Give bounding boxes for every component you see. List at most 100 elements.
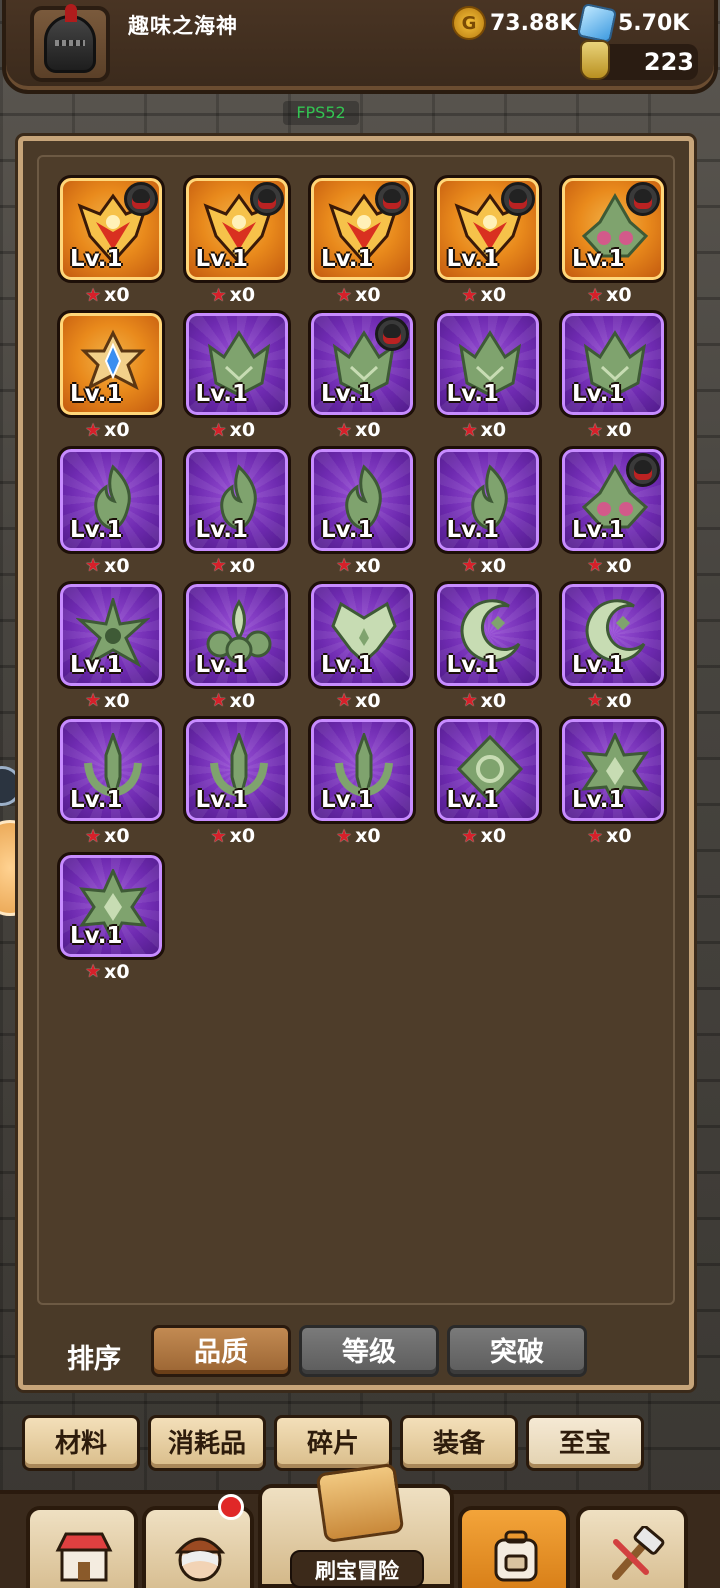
treasure-level: Lv.1 <box>446 246 500 272</box>
treasure-slot: Lv.1 ★ x0 <box>433 580 544 717</box>
treasure-card[interactable]: Lv.1 <box>308 175 416 283</box>
treasure-count: ★ x0 <box>211 554 256 578</box>
red-star-icon: ★ <box>210 825 227 847</box>
treasure-count: ★ x0 <box>211 824 256 848</box>
red-star-icon: ★ <box>85 825 102 847</box>
treasure-count: ★ x0 <box>211 283 256 307</box>
treasure-count: ★ x0 <box>336 418 381 442</box>
treasure-card[interactable]: Lv.1 <box>559 716 667 825</box>
treasure-card[interactable]: Lv.1 <box>559 175 667 283</box>
treasure-card[interactable]: Lv.1 <box>57 580 165 689</box>
treasure-count: ★ x0 <box>587 418 632 442</box>
tab-materials[interactable]: 材料 <box>22 1415 140 1471</box>
nav-backpack-button[interactable] <box>458 1506 570 1588</box>
treasure-card[interactable]: Lv.1 <box>57 445 165 554</box>
treasure-level: Lv.1 <box>70 381 123 408</box>
red-star-icon: ★ <box>85 690 102 712</box>
treasure-count-value: x0 <box>104 419 130 442</box>
sort-level-button[interactable]: 等级 <box>299 1325 439 1377</box>
treasure-level: Lv.1 <box>195 516 249 543</box>
treasure-count-value: x0 <box>480 284 507 306</box>
forge-icon <box>612 1526 665 1580</box>
treasure-count-value: x0 <box>606 554 632 577</box>
treasure-count-value: x0 <box>229 284 256 306</box>
treasure-card[interactable]: Lv.1 <box>433 175 542 283</box>
treasure-slot: Lv.1 ★ x0 <box>433 310 544 446</box>
treasure-count-value: x0 <box>480 825 507 848</box>
treasure-card[interactable]: Lv.1 <box>559 580 667 689</box>
nav-shop-button[interactable] <box>26 1506 138 1588</box>
treasure-slot: Lv.1 ★ x0 <box>559 445 669 582</box>
treasure-card[interactable]: Lv.1 <box>433 580 542 689</box>
treasure-level: Lv.1 <box>321 516 374 543</box>
treasure-count: ★ x0 <box>85 824 130 848</box>
fps-counter: FPS52 <box>283 101 359 125</box>
treasure-card[interactable]: Lv.1 <box>433 445 542 554</box>
treasure-card[interactable]: Lv.1 <box>308 445 416 554</box>
treasure-card[interactable]: Lv.1 <box>57 175 165 283</box>
treasure-card[interactable]: Lv.1 <box>308 716 416 825</box>
tab-treasures[interactable]: 至宝 <box>526 1415 644 1471</box>
player-avatar[interactable] <box>30 4 110 82</box>
treasure-slot: Lv.1 ★ x0 <box>308 310 418 446</box>
treasure-card[interactable]: Lv.1 <box>308 310 416 419</box>
treasure-card[interactable]: Lv.1 <box>182 580 291 689</box>
treasure-card[interactable]: Lv.1 <box>57 310 165 419</box>
treasure-card[interactable]: Lv.1 <box>308 580 416 689</box>
red-star-icon: ★ <box>587 284 604 306</box>
treasure-level: Lv.1 <box>446 787 500 814</box>
sort-quality-button[interactable]: 品质 <box>151 1325 291 1377</box>
treasure-card[interactable]: Lv.1 <box>559 445 667 554</box>
treasure-count-value: x0 <box>104 554 130 577</box>
treasure-card[interactable]: Lv.1 <box>182 716 291 825</box>
treasure-count: ★ x0 <box>587 554 632 578</box>
treasure-count-value: x0 <box>104 960 130 983</box>
treasure-count-value: x0 <box>229 554 256 577</box>
treasure-slot: Lv.1 ★ x0 <box>433 445 544 582</box>
treasure-card[interactable]: Lv.1 <box>182 175 291 283</box>
red-star-icon: ★ <box>210 419 227 441</box>
treasure-count: ★ x0 <box>85 689 130 713</box>
treasure-count-value: x0 <box>355 825 381 848</box>
tab-consumables[interactable]: 消耗品 <box>148 1415 266 1471</box>
treasure-slot: Lv.1 ★ x0 <box>182 310 293 446</box>
treasure-count: ★ x0 <box>85 960 130 984</box>
treasure-level: Lv.1 <box>70 516 123 543</box>
gem-resource[interactable]: 5.70K <box>576 2 690 44</box>
treasure-card[interactable]: Lv.1 <box>433 310 542 419</box>
treasure-card[interactable]: Lv.1 <box>182 310 291 419</box>
treasure-level: Lv.1 <box>195 787 249 814</box>
treasure-slot: Lv.1 ★ x0 <box>559 580 669 717</box>
treasure-level: Lv.1 <box>195 651 249 678</box>
treasure-count-value: x0 <box>355 689 381 712</box>
treasure-level: Lv.1 <box>70 787 123 814</box>
treasure-count-value: x0 <box>606 825 632 848</box>
gold-resource[interactable]: G 73.88K <box>452 6 577 40</box>
treasure-count: ★ x0 <box>85 418 130 442</box>
treasure-count-value: x0 <box>104 689 130 712</box>
nav-forge-button[interactable] <box>576 1506 688 1588</box>
red-star-icon: ★ <box>210 555 227 577</box>
treasure-card[interactable]: Lv.1 <box>182 445 291 554</box>
treasure-card[interactable]: Lv.1 <box>433 716 542 825</box>
red-star-icon: ★ <box>461 690 478 712</box>
nav-treasure-hunt-button[interactable]: 刷宝冒险 <box>258 1462 454 1588</box>
treasure-slot: Lv.1 ★ x0 <box>559 716 669 852</box>
tab-equipment[interactable]: 装备 <box>400 1415 518 1471</box>
knight-helmet-icon <box>44 4 96 73</box>
red-star-icon: ★ <box>85 961 102 982</box>
sort-breakthrough-button[interactable]: 突破 <box>447 1325 587 1377</box>
red-star-icon: ★ <box>336 825 353 847</box>
treasure-card[interactable]: Lv.1 <box>57 716 165 825</box>
treasure-card[interactable]: Lv.1 <box>57 851 165 960</box>
treasure-slot: Lv.1 ★ x0 <box>433 175 544 311</box>
treasure-count-value: x0 <box>355 554 381 577</box>
treasure-count: ★ x0 <box>85 554 130 578</box>
treasure-level: Lv.1 <box>321 246 374 272</box>
tab-fragments[interactable]: 碎片 <box>274 1415 392 1471</box>
treasure-count-value: x0 <box>355 284 381 306</box>
red-star-icon: ★ <box>461 555 478 577</box>
treasure-level: Lv.1 <box>572 516 625 543</box>
gem-value: 5.70K <box>618 10 690 36</box>
treasure-card[interactable]: Lv.1 <box>559 310 667 419</box>
